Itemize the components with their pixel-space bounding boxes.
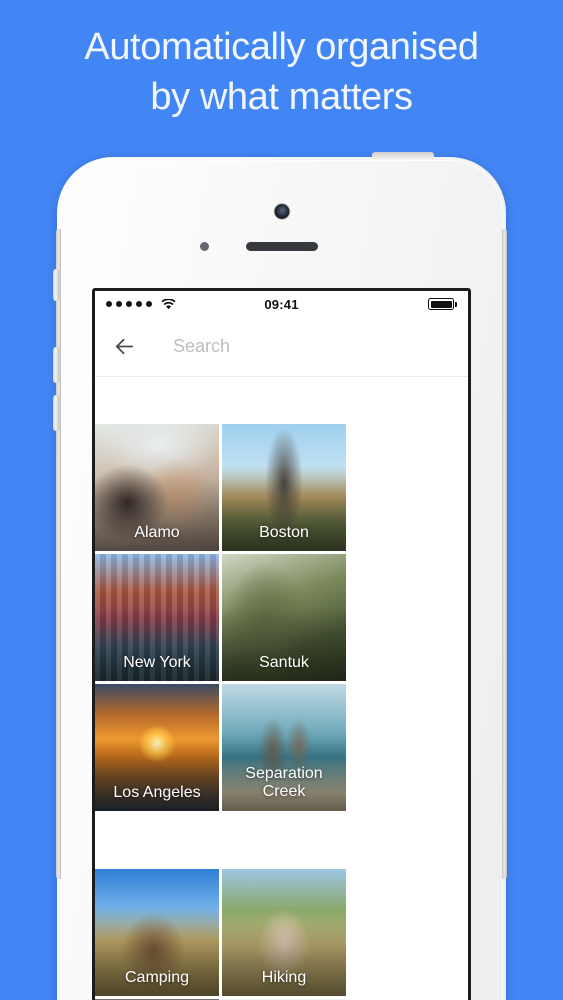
front-camera-icon — [274, 204, 289, 219]
search-input[interactable]: Search — [173, 336, 230, 357]
section-divider — [95, 811, 468, 822]
tile-label: Santuk — [259, 654, 309, 672]
section-header-places — [95, 377, 468, 424]
tile-label-line: Separation — [245, 765, 323, 783]
status-bar-clock: 09:41 — [264, 296, 299, 312]
proximity-sensor-icon — [200, 242, 209, 251]
phone-screen: 09:41 Search Alamo Boston New York Santuk Lo… — [92, 288, 471, 1000]
search-categories: Alamo Boston New York Santuk Los Angeles Sepa… — [95, 377, 468, 1000]
status-bar: 09:41 — [95, 291, 468, 317]
tile-label: Boston — [259, 524, 309, 542]
tile-grid-places: Alamo Boston New York Santuk Los Angeles Sepa… — [95, 424, 468, 811]
search-bar[interactable]: Search — [95, 317, 468, 377]
volume-up-button[interactable] — [53, 347, 59, 383]
tile-label: New York — [123, 654, 191, 672]
phone-rim-left — [56, 229, 61, 879]
promo-headline: Automatically organised by what matters — [0, 22, 563, 122]
back-arrow-icon[interactable] — [113, 335, 136, 358]
mute-switch[interactable] — [53, 269, 59, 301]
section-header-things — [95, 822, 468, 869]
tile-new-york[interactable]: New York — [95, 554, 219, 681]
tile-hiking[interactable]: Hiking — [222, 869, 346, 996]
phone-rim-right — [502, 229, 507, 879]
tile-boston[interactable]: Boston — [222, 424, 346, 551]
headline-line-2: by what matters — [150, 76, 413, 119]
tile-alamo[interactable]: Alamo — [95, 424, 219, 551]
volume-down-button[interactable] — [53, 395, 59, 431]
power-button[interactable] — [372, 152, 434, 159]
tile-label: Alamo — [134, 524, 180, 542]
tile-grid-things: CampingHikingSky — [95, 869, 468, 1000]
tile-label: Los Angeles — [113, 784, 201, 802]
earpiece-speaker-icon — [245, 242, 318, 251]
tile-label: Separation Creek — [226, 765, 342, 801]
tile-camping[interactable]: Camping — [95, 869, 219, 996]
tile-label-line: Creek — [262, 783, 306, 801]
headline-line-1: Automatically organised — [84, 26, 479, 68]
phone-mockup: 09:41 Search Alamo Boston New York Santuk Lo… — [53, 152, 507, 1000]
tile-label: Hiking — [261, 969, 307, 987]
tile-label: Camping — [124, 969, 190, 987]
tile-separation-creek[interactable]: Separation Creek — [222, 684, 346, 811]
tile-los-angeles[interactable]: Los Angeles — [95, 684, 219, 811]
tile-santuk[interactable]: Santuk — [222, 554, 346, 681]
